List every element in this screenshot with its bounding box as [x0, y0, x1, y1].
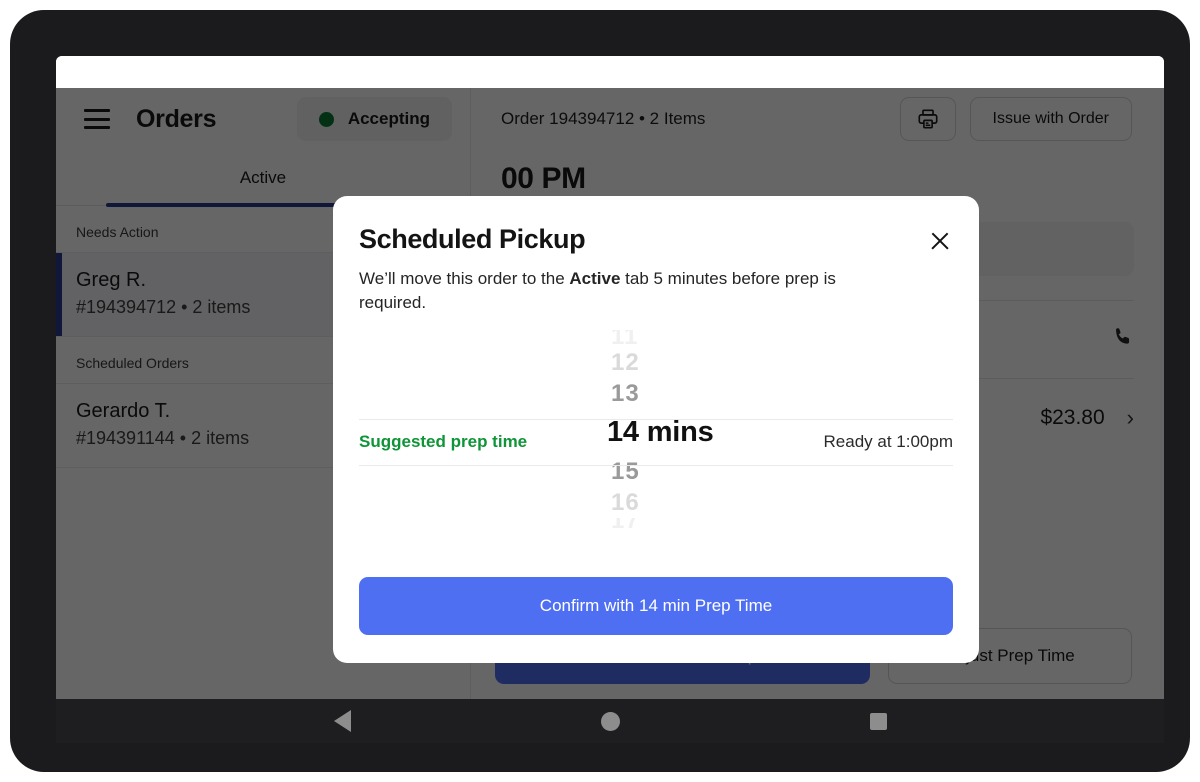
recents-square-icon[interactable] — [869, 712, 887, 730]
tablet-device-frame: Orders Accepting Active Needs Action Gre… — [10, 10, 1190, 772]
wheel-option[interactable]: 12 — [359, 347, 953, 378]
dialog-header: Scheduled Pickup — [359, 224, 953, 255]
status-bar — [56, 56, 1164, 88]
description-emphasis: Active — [569, 269, 621, 288]
wheel-option[interactable]: 15 — [359, 456, 953, 487]
wheel-option[interactable]: 11 — [359, 330, 953, 347]
device-screen: Orders Accepting Active Needs Action Gre… — [56, 56, 1164, 699]
home-circle-icon[interactable] — [600, 711, 620, 731]
wheel-options-column[interactable]: 11 12 13 14 mins 15 16 17 — [359, 330, 953, 552]
app-content-area: Orders Accepting Active Needs Action Gre… — [56, 88, 1164, 699]
description-part-1: We’ll move this order to the — [359, 269, 570, 288]
wheel-option[interactable]: 16 — [359, 487, 953, 518]
back-triangle-icon[interactable] — [333, 710, 351, 732]
close-icon[interactable] — [927, 228, 953, 254]
android-navigation-bar — [56, 699, 1164, 743]
dialog-title: Scheduled Pickup — [359, 224, 586, 254]
wheel-option-selected[interactable]: 14 mins — [359, 409, 953, 456]
prep-time-wheel-picker[interactable]: 11 12 13 14 mins 15 16 17 Suggested prep… — [359, 330, 953, 552]
dialog-description: We’ll move this order to the Active tab … — [359, 267, 904, 316]
scheduled-pickup-dialog: Scheduled Pickup We’ll move this order t… — [333, 196, 979, 663]
wheel-option[interactable]: 17 — [359, 518, 953, 535]
wheel-option[interactable]: 13 — [359, 378, 953, 409]
dialog-confirm-button[interactable]: Confirm with 14 min Prep Time — [359, 577, 953, 635]
